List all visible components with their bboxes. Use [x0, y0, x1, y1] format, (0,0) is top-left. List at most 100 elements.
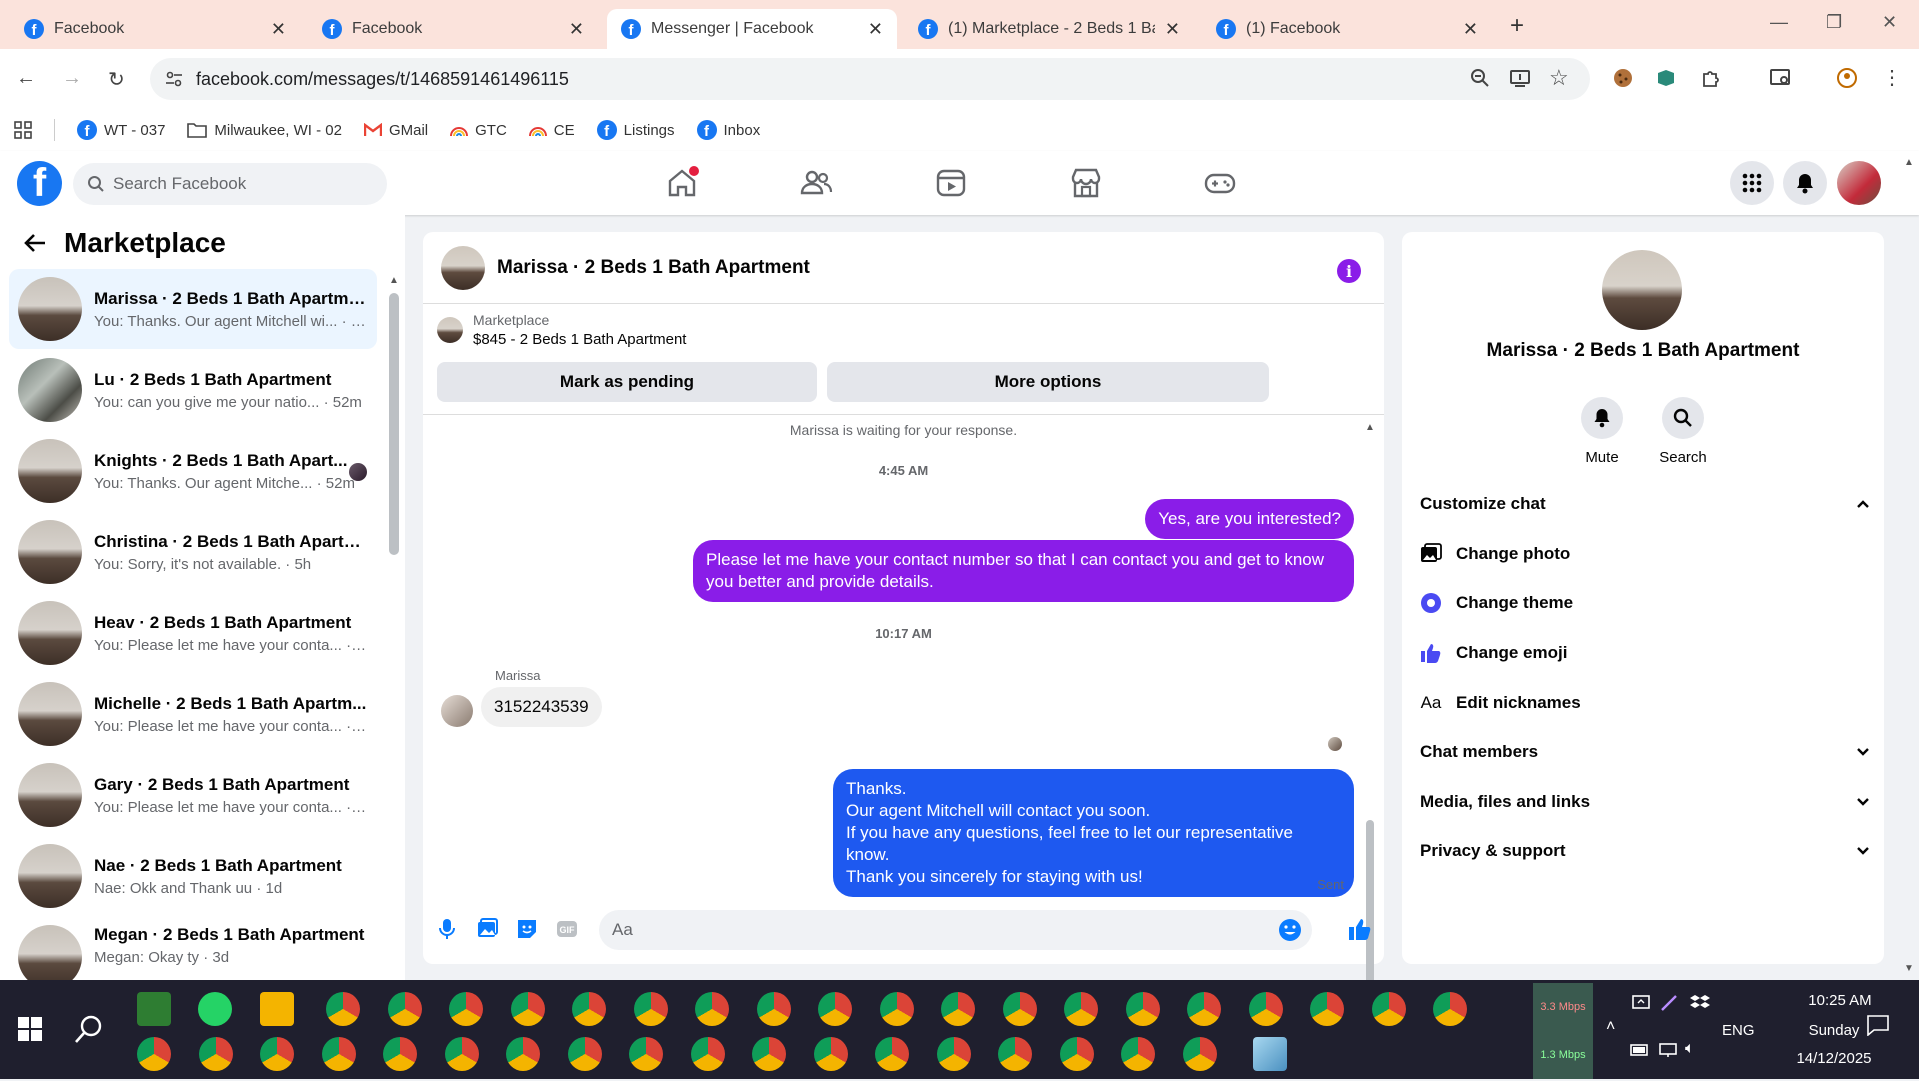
new-tab-icon[interactable]: + [1510, 12, 1524, 40]
language-indicator[interactable]: ENG [1722, 1022, 1755, 1039]
chrome-window-icon[interactable] [567, 1037, 602, 1071]
chrome-window-icon[interactable] [326, 992, 360, 1026]
chat-scrollbar[interactable]: ▲ ▼ [1365, 422, 1377, 1081]
taskbar-search-icon[interactable] [74, 1014, 104, 1044]
browser-tab-3-active[interactable]: f Messenger | Facebook ✕ [607, 9, 897, 49]
bookmark-gmail[interactable]: GMail [363, 122, 428, 139]
gaming-icon[interactable] [1202, 165, 1238, 201]
browser-tab-2[interactable]: f Facebook ✕ [308, 9, 598, 49]
outlook-icon[interactable] [137, 992, 171, 1026]
chrome-window-icon[interactable] [690, 1037, 725, 1071]
sender-avatar[interactable] [441, 695, 473, 727]
facebook-logo[interactable]: f [17, 161, 62, 206]
chrome-window-icon[interactable] [1125, 992, 1160, 1026]
sent-message[interactable]: Thanks. Our agent Mitchell will contact … [833, 769, 1354, 897]
close-tab-icon[interactable]: ✕ [569, 19, 584, 40]
chat-members-section[interactable]: Chat members [1420, 734, 1870, 770]
customize-chat-section[interactable]: Customize chat [1420, 486, 1870, 522]
like-thumb-icon[interactable] [1347, 916, 1371, 940]
friends-icon[interactable] [798, 165, 834, 201]
bookmark-wt-037[interactable]: f WT - 037 [77, 120, 165, 140]
conversation-item[interactable]: Marissa · 2 Beds 1 Bath Apartme... You: T… [9, 269, 377, 349]
chrome-window-icon[interactable] [1121, 1037, 1155, 1071]
notifications-bell-icon[interactable] [1783, 161, 1827, 205]
chrome-window-icon[interactable] [629, 1037, 663, 1071]
file-explorer-icon[interactable] [260, 992, 294, 1026]
conversation-item[interactable]: Knights · 2 Beds 1 Bath Apart... You: Tha… [9, 431, 377, 511]
extensions-puzzle-icon[interactable] [1700, 67, 1722, 89]
chrome-window-icon[interactable] [444, 1037, 479, 1071]
battery-icon[interactable] [1630, 1043, 1650, 1057]
more-options-button[interactable]: More options [827, 362, 1269, 402]
site-info-icon[interactable] [164, 69, 184, 89]
volume-icon[interactable]: 🔈︎ [1685, 1040, 1695, 1058]
browser-tab-4[interactable]: f (1) Marketplace - 2 Beds 1 Bath ✕ [904, 9, 1194, 49]
close-tab-icon[interactable]: ✕ [868, 19, 883, 40]
chrome-window-icon[interactable] [387, 992, 422, 1026]
close-tab-icon[interactable]: ✕ [1463, 19, 1478, 40]
back-arrow-icon[interactable] [24, 233, 46, 253]
chat-title[interactable]: Marissa · 2 Beds 1 Bath Apartment [497, 257, 810, 279]
chrome-window-icon[interactable] [198, 1037, 233, 1071]
chrome-window-icon[interactable] [818, 992, 852, 1026]
account-avatar[interactable] [1837, 161, 1881, 205]
chat-avatar[interactable] [441, 245, 485, 290]
chrome-window-icon[interactable] [1064, 992, 1098, 1026]
close-tab-icon[interactable]: ✕ [271, 19, 286, 40]
chrome-window-icon[interactable] [998, 1037, 1032, 1071]
chrome-window-icon[interactable] [1182, 1037, 1217, 1071]
chrome-window-icon[interactable] [572, 992, 606, 1026]
conversation-item[interactable]: Christina · 2 Beds 1 Bath Apartm... You: … [9, 512, 377, 592]
minimize-icon[interactable]: — [1770, 12, 1788, 33]
change-photo-option[interactable]: Change photo [1420, 543, 1570, 565]
browser-menu-icon[interactable]: ⋮ [1882, 67, 1904, 89]
marketplace-listing-info[interactable]: Marketplace $845 - 2 Beds 1 Bath Apartme… [437, 312, 686, 348]
microphone-icon[interactable] [435, 917, 459, 941]
chrome-window-icon[interactable] [756, 992, 791, 1026]
search-facebook-input[interactable]: Search Facebook [73, 163, 387, 205]
reload-icon[interactable]: ↻ [108, 67, 125, 92]
sent-message[interactable]: Please let me have your contact number s… [693, 540, 1354, 602]
tray-pen-icon[interactable] [1660, 994, 1680, 1012]
conversation-item[interactable]: Michelle · 2 Beds 1 Bath Apartm... You: P… [9, 674, 377, 754]
chrome-window-icon[interactable] [260, 1037, 294, 1071]
chrome-window-icon[interactable] [449, 992, 483, 1026]
notification-center-icon[interactable] [1866, 1014, 1890, 1036]
received-message[interactable]: 3152243539 [481, 687, 602, 727]
chrome-window-icon[interactable] [879, 992, 914, 1026]
mark-as-pending-button[interactable]: Mark as pending [437, 362, 817, 402]
bookmark-inbox[interactable]: f Inbox [696, 120, 760, 140]
chrome-window-icon[interactable] [1248, 992, 1283, 1026]
cookie-extension-icon[interactable] [1612, 67, 1634, 89]
tray-chevron-up-icon[interactable]: ˄ [1606, 1018, 1615, 1036]
tab-search-icon[interactable] [1769, 67, 1791, 89]
address-bar[interactable]: facebook.com/messages/t/1468591461496115 [150, 58, 1590, 100]
chrome-window-icon[interactable] [1059, 1037, 1094, 1071]
chrome-window-icon[interactable] [752, 1037, 786, 1071]
bookmark-ce[interactable]: CE [528, 122, 575, 139]
scrollbar[interactable]: ▲ ▼ [389, 275, 399, 1034]
conversation-avatar[interactable] [1602, 250, 1682, 330]
search-conversation-button[interactable]: Search [1643, 397, 1723, 466]
photo-icon[interactable] [475, 917, 499, 941]
emoji-icon[interactable] [1278, 918, 1302, 942]
whatsapp-icon[interactable] [198, 992, 232, 1026]
chrome-window-icon[interactable] [813, 1037, 848, 1071]
video-icon[interactable] [933, 165, 969, 201]
page-scroll-down-icon[interactable]: ▼ [1904, 963, 1914, 974]
notepad-icon[interactable] [1253, 1037, 1287, 1071]
close-tab-icon[interactable]: ✕ [1165, 19, 1180, 40]
chrome-window-icon[interactable] [321, 1037, 356, 1071]
apps-grid-icon[interactable] [14, 121, 32, 139]
install-app-icon[interactable] [1509, 67, 1531, 89]
window-close-icon[interactable]: ✕ [1882, 12, 1897, 33]
chrome-window-icon[interactable] [1371, 992, 1406, 1026]
sticker-icon[interactable] [515, 917, 539, 941]
mute-button[interactable]: Mute [1562, 397, 1642, 466]
change-theme-option[interactable]: Change theme [1420, 592, 1573, 614]
back-icon[interactable]: ← [16, 67, 36, 90]
privacy-support-section[interactable]: Privacy & support [1420, 833, 1870, 869]
chrome-window-icon[interactable] [1002, 992, 1037, 1026]
home-icon[interactable] [664, 165, 700, 201]
bookmark-milwaukee[interactable]: Milwaukee, WI - 02 [187, 122, 342, 139]
